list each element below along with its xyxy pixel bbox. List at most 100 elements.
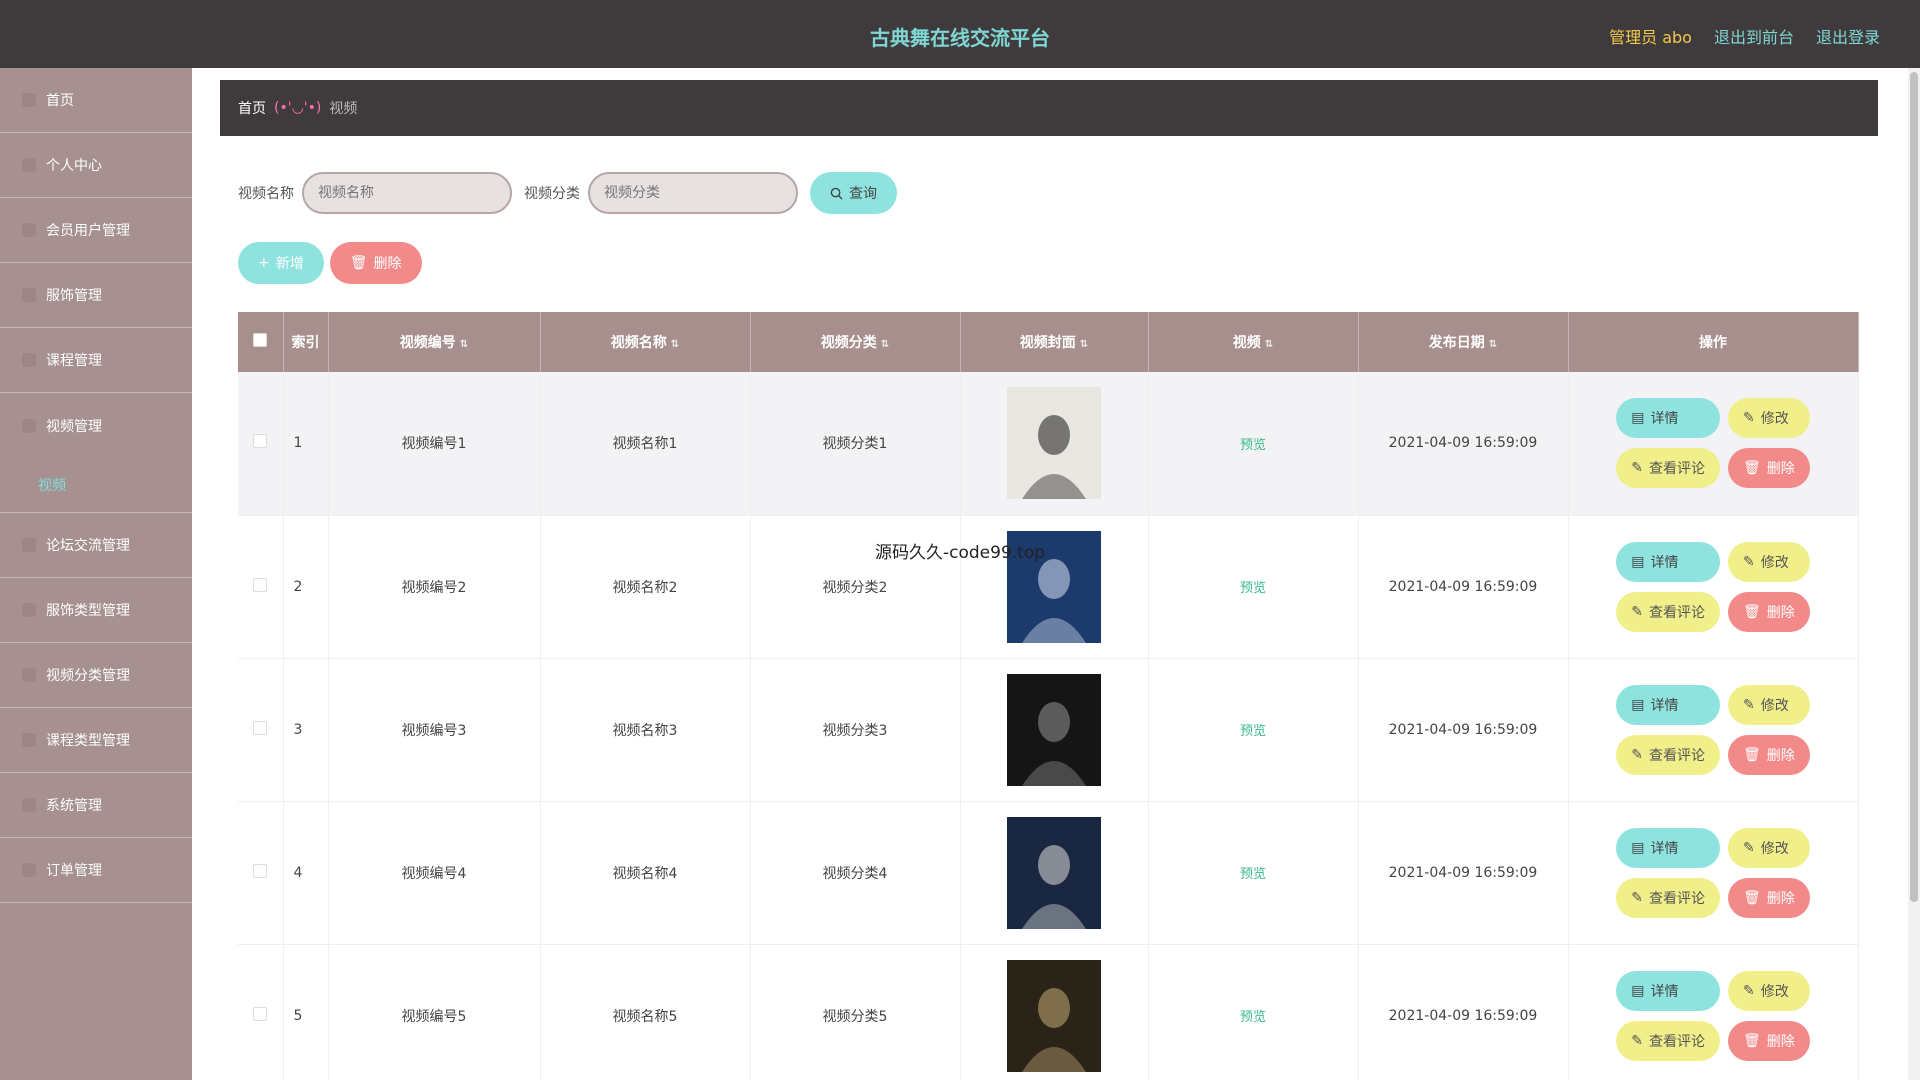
row-operations: ▤ 详情 ✎ 修改 ✎ 查看评论 🗑 删除 xyxy=(1568,372,1859,515)
edit-button-label: 修改 xyxy=(1760,411,1789,428)
row-video: 预览 xyxy=(1148,944,1359,1080)
view-comments-button[interactable]: ✎ 查看评论 xyxy=(1616,734,1720,775)
delete-button[interactable]: 🗑 删除 xyxy=(1727,591,1810,632)
sidebar-item-videos[interactable]: 视频管理 xyxy=(0,393,192,458)
header-select-all[interactable] xyxy=(238,312,284,372)
sort-icon[interactable]: ⇅ xyxy=(1489,339,1497,350)
sidebar-item-home[interactable]: 首页 xyxy=(0,68,192,133)
sidebar-item-profile[interactable]: 个人中心 xyxy=(0,133,192,198)
detail-button[interactable]: ▤ 详情 xyxy=(1616,684,1720,725)
sidebar-item-courses[interactable]: 课程管理 xyxy=(0,328,192,393)
back-to-front-link[interactable]: 退出到前台 xyxy=(1714,24,1794,48)
detail-button[interactable]: ▤ 详情 xyxy=(1616,541,1720,582)
sort-icon[interactable]: ⇅ xyxy=(1080,339,1088,350)
sidebar-item-video-categories[interactable]: 视频分类管理 xyxy=(0,643,192,708)
row-checkbox[interactable] xyxy=(253,720,268,735)
video-name-input[interactable] xyxy=(302,172,512,214)
edit-button[interactable]: ✎ 修改 xyxy=(1727,541,1810,582)
breadcrumb-home[interactable]: 首页 xyxy=(238,98,266,118)
row-select[interactable] xyxy=(238,515,284,658)
table-row[interactable]: 3 视频编号3 视频名称3 视频分类3 预览 2021-04-09 16:59:09 ▤ 详情… xyxy=(238,658,1859,801)
scrollbar-thumb[interactable] xyxy=(1910,72,1918,902)
detail-button[interactable]: ▤ 详情 xyxy=(1616,827,1720,868)
table-row[interactable]: 2 视频编号2 视频名称2 视频分类2 预览 2021-04-09 16:59:09 ▤ 详情… xyxy=(238,515,1859,658)
delete-button[interactable]: 🗑 删除 xyxy=(1727,1020,1810,1061)
sidebar-item-members[interactable]: 会员用户管理 xyxy=(0,198,192,263)
preview-link[interactable]: 预览 xyxy=(1240,438,1266,453)
sidebar-item-course-types[interactable]: 课程类型管理 xyxy=(0,708,192,773)
view-comments-button[interactable]: ✎ 查看评论 xyxy=(1616,877,1720,918)
delete-button-label: 删除 xyxy=(1766,1033,1795,1050)
pencil-icon: ✎ xyxy=(1631,1032,1643,1049)
batch-delete-button[interactable]: 🗑 删除 xyxy=(329,242,422,284)
row-code: 视频编号3 xyxy=(328,658,541,801)
row-checkbox[interactable] xyxy=(253,577,268,592)
sidebar-item-system[interactable]: 系统管理 xyxy=(0,773,192,838)
sidebar-item-orders[interactable]: 订单管理 xyxy=(0,838,192,903)
header-cover[interactable]: 视频封面 ⇅ xyxy=(960,312,1149,372)
admin-label: 管理员 abo xyxy=(1609,28,1692,47)
header-category[interactable]: 视频分类 ⇅ xyxy=(750,312,961,372)
sort-icon[interactable]: ⇅ xyxy=(671,339,679,350)
edit-button[interactable]: ✎ 修改 xyxy=(1727,398,1810,439)
header-code[interactable]: 视频编号 ⇅ xyxy=(328,312,541,372)
row-category: 视频分类3 xyxy=(750,658,961,801)
sidebar-item-costume-types[interactable]: 服饰类型管理 xyxy=(0,578,192,643)
view-comments-button[interactable]: ✎ 查看评论 xyxy=(1616,591,1720,632)
cover-image[interactable] xyxy=(1007,959,1101,1072)
detail-button[interactable]: ▤ 详情 xyxy=(1616,970,1720,1011)
sort-icon[interactable]: ⇅ xyxy=(881,339,889,350)
cover-image[interactable] xyxy=(1007,673,1101,786)
preview-link[interactable]: 预览 xyxy=(1240,581,1266,596)
row-select[interactable] xyxy=(238,944,284,1080)
document-icon: ▤ xyxy=(1631,410,1645,427)
row-code: 视频编号4 xyxy=(328,801,541,944)
edit-button[interactable]: ✎ 修改 xyxy=(1727,970,1810,1011)
header-name[interactable]: 视频名称 ⇅ xyxy=(540,312,751,372)
logout-link[interactable]: 退出登录 xyxy=(1816,24,1880,48)
view-comments-button[interactable]: ✎ 查看评论 xyxy=(1616,1020,1720,1061)
header-video[interactable]: 视频 ⇅ xyxy=(1148,312,1359,372)
table-row[interactable]: 1 视频编号1 视频名称1 视频分类1 预览 2021-04-09 16:59:09 ▤ 详情… xyxy=(238,372,1859,515)
table-row[interactable]: 5 视频编号5 视频名称5 视频分类5 预览 2021-04-09 16:59:09 ▤ 详情… xyxy=(238,944,1859,1080)
row-checkbox[interactable] xyxy=(253,863,268,878)
sidebar-subitem-video[interactable]: 视频 xyxy=(0,458,192,513)
sidebar-item-costumes[interactable]: 服饰管理 xyxy=(0,263,192,328)
table-row[interactable]: 4 视频编号4 视频名称4 视频分类4 预览 2021-04-09 16:59:09 ▤ 详情… xyxy=(238,801,1859,944)
add-button[interactable]: + 新增 xyxy=(238,242,324,284)
view-comments-button[interactable]: ✎ 查看评论 xyxy=(1616,448,1720,489)
header-date[interactable]: 发布日期 ⇅ xyxy=(1358,312,1569,372)
delete-button[interactable]: 🗑 删除 xyxy=(1727,448,1810,489)
row-select[interactable] xyxy=(238,372,284,515)
cover-image[interactable] xyxy=(1007,387,1101,500)
delete-button[interactable]: 🗑 删除 xyxy=(1727,877,1810,918)
edit-button[interactable]: ✎ 修改 xyxy=(1727,684,1810,725)
row-checkbox[interactable] xyxy=(253,434,268,449)
row-select[interactable] xyxy=(238,658,284,801)
sort-icon[interactable]: ⇅ xyxy=(1265,339,1273,350)
detail-button-label: 详情 xyxy=(1650,983,1679,1000)
row-checkbox[interactable] xyxy=(253,1006,268,1021)
detail-button[interactable]: ▤ 详情 xyxy=(1616,398,1720,439)
delete-button[interactable]: 🗑 删除 xyxy=(1727,734,1810,775)
detail-button-label: 详情 xyxy=(1650,697,1679,714)
pencil-icon: ✎ xyxy=(1631,889,1643,906)
video-category-input[interactable] xyxy=(588,172,798,214)
row-category: 视频分类5 xyxy=(750,944,961,1080)
preview-link[interactable]: 预览 xyxy=(1240,724,1266,739)
query-button[interactable]: 查询 xyxy=(810,172,897,214)
sidebar-item-label: 个人中心 xyxy=(46,158,102,174)
preview-link[interactable]: 预览 xyxy=(1240,867,1266,882)
select-all-checkbox[interactable] xyxy=(253,333,268,347)
cover-image[interactable] xyxy=(1007,816,1101,929)
row-cover xyxy=(960,372,1149,515)
edit-button[interactable]: ✎ 修改 xyxy=(1727,827,1810,868)
page-scrollbar[interactable] xyxy=(1908,68,1920,1080)
edit-button-label: 修改 xyxy=(1760,983,1789,1000)
sort-icon[interactable]: ⇅ xyxy=(460,339,468,350)
preview-link[interactable]: 预览 xyxy=(1240,1010,1266,1025)
row-index: 3 xyxy=(283,658,329,801)
sidebar-item-forum[interactable]: 论坛交流管理 xyxy=(0,513,192,578)
pencil-icon: ✎ xyxy=(1631,746,1643,763)
row-select[interactable] xyxy=(238,801,284,944)
